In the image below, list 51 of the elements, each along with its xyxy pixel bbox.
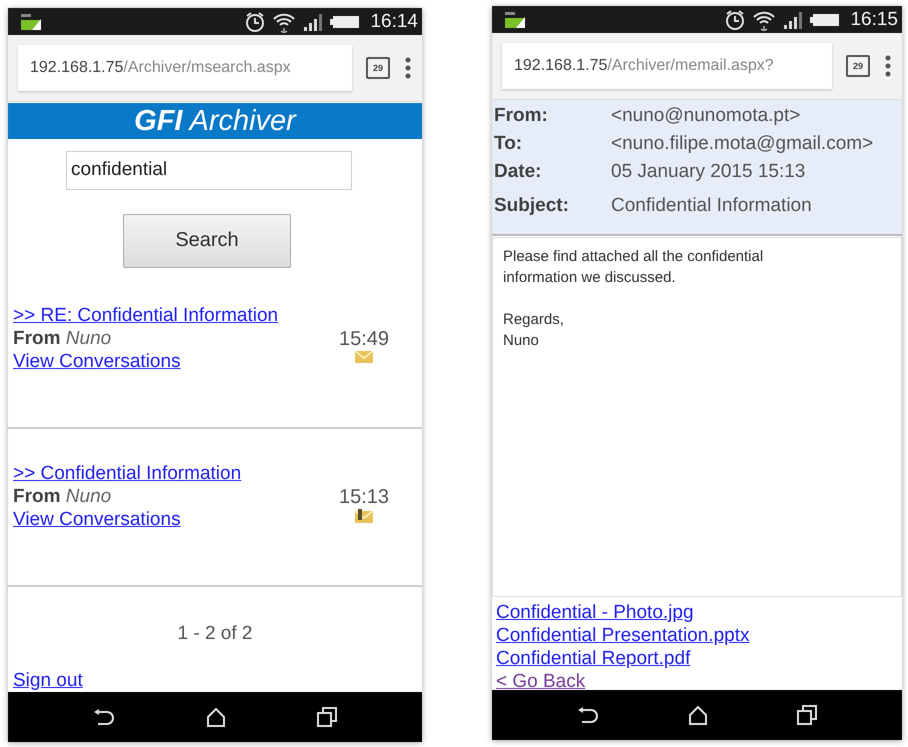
tab-count-button[interactable]: 29 xyxy=(366,57,390,79)
header-value: 05 January 2015 15:13 xyxy=(611,160,806,184)
mobile-data-icon xyxy=(504,10,528,28)
address-field[interactable]: 192.168.1.75/Archiver/memail.aspx? xyxy=(502,43,832,89)
mobile-data-icon xyxy=(20,12,44,30)
subject-link[interactable]: >> Confidential Information xyxy=(13,462,242,485)
view-conversations-link[interactable]: View Conversations xyxy=(13,508,181,531)
home-icon[interactable] xyxy=(206,707,226,727)
message-paragraph: Regards, Nuno xyxy=(503,310,565,351)
go-back-link[interactable]: < Go Back xyxy=(496,670,586,690)
header-label: From: xyxy=(494,104,549,128)
header-label: Subject: xyxy=(494,194,570,218)
signal-icon xyxy=(302,12,324,30)
alarm-clock-icon xyxy=(724,8,746,30)
sign-out-link[interactable]: Sign out xyxy=(13,669,83,692)
search-button[interactable]: Search xyxy=(123,214,291,268)
logo: GFI Archiver xyxy=(134,104,296,138)
header-value: Confidential Information xyxy=(611,194,812,218)
message-paragraph: Please find attached all the confidential information we discussed. xyxy=(503,247,764,288)
header-value: <nuno.filipe.mota@gmail.com> xyxy=(611,132,874,156)
attachment-link[interactable]: Confidential Presentation.pptx xyxy=(496,624,750,647)
alarm-clock-icon xyxy=(244,10,266,32)
battery-icon xyxy=(810,12,840,28)
view-conversations-link[interactable]: View Conversations xyxy=(13,350,181,373)
header-label: To: xyxy=(494,132,524,156)
recent-apps-icon[interactable] xyxy=(316,707,337,727)
tab-count-button[interactable]: 29 xyxy=(846,55,870,77)
subject-link[interactable]: >> RE: Confidential Information xyxy=(13,304,278,327)
envelope-attachment-icon xyxy=(355,509,373,523)
header-label: Date: xyxy=(494,160,543,184)
battery-icon xyxy=(330,14,360,30)
home-icon[interactable] xyxy=(688,705,708,725)
address-field[interactable]: 192.168.1.75/Archiver/msearch.aspx xyxy=(18,45,352,91)
sender-text: From Nuno xyxy=(13,327,112,350)
overflow-menu-icon xyxy=(884,54,892,78)
attachment-link[interactable]: Confidential Report.pdf xyxy=(496,647,690,670)
pagination-text: 1 - 2 of 2 xyxy=(178,623,252,645)
time-text: 15:49 xyxy=(338,327,390,351)
attachment-link[interactable]: Confidential - Photo.jpg xyxy=(496,601,694,624)
recent-apps-icon[interactable] xyxy=(797,705,818,725)
envelope-icon xyxy=(355,351,373,363)
time-text: 15:13 xyxy=(338,485,390,509)
back-icon[interactable] xyxy=(576,706,599,724)
clock-time: 16:15 xyxy=(850,8,898,30)
header-value: <nuno@nunomota.pt> xyxy=(611,104,800,128)
clock-time: 16:14 xyxy=(370,10,418,32)
signal-icon xyxy=(782,10,804,28)
back-icon[interactable] xyxy=(93,708,116,726)
overflow-menu-icon xyxy=(404,56,412,80)
sender-text: From Nuno xyxy=(13,485,112,508)
search-field[interactable]: confidential xyxy=(66,151,352,190)
